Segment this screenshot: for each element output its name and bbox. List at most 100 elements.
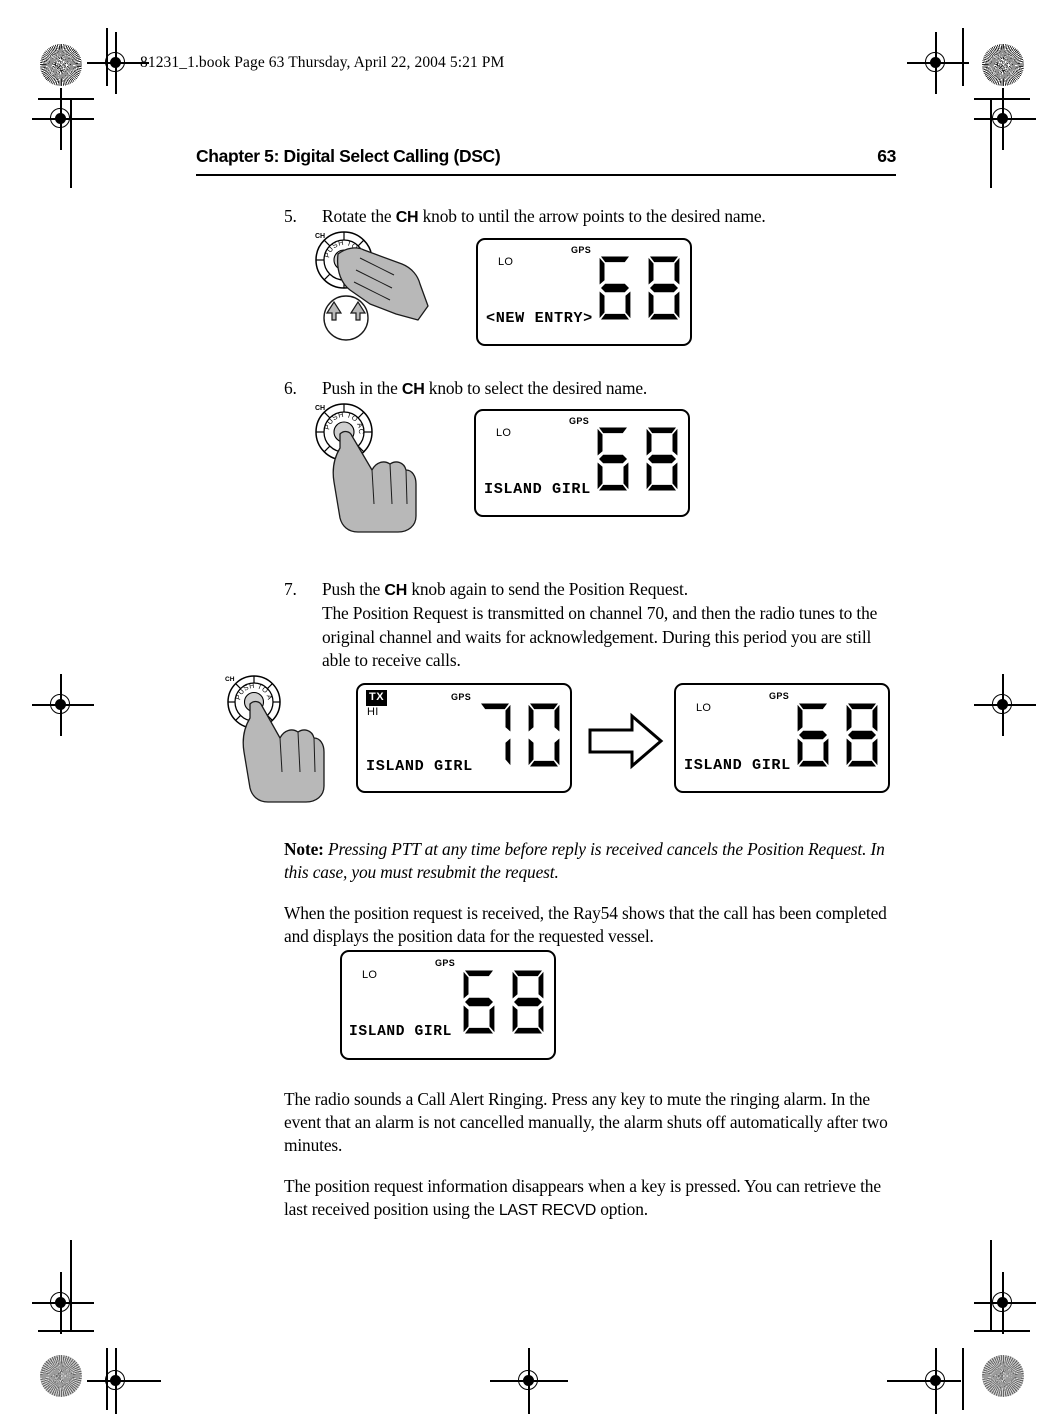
step-5-text-before: Rotate the xyxy=(322,206,396,226)
chapter-title: Chapter 5: Digital Select Calling (DSC) xyxy=(196,146,501,166)
gps-indicator: GPS xyxy=(435,958,456,968)
registration-target xyxy=(974,1272,1036,1334)
paragraph-received: When the position request is received, t… xyxy=(284,903,887,947)
step-5: 5. Rotate the CH knob to until the arrow… xyxy=(284,205,899,229)
registration-target xyxy=(32,1272,94,1334)
step-6-text-after: knob to select the desired name. xyxy=(424,378,648,398)
trim-line xyxy=(962,1348,964,1410)
starburst-mark-bottom-right xyxy=(982,1355,1024,1397)
lcd-text-lines: <NEW ENTRY> FINTASTIC >ISLAND GIRL OCEAN… xyxy=(486,275,603,344)
svg-text:CH: CH xyxy=(315,405,325,412)
step-5-text: Rotate the CH knob to until the arrow po… xyxy=(322,205,899,229)
header-rule xyxy=(196,174,896,177)
channel-number-display xyxy=(792,701,883,769)
starburst-mark-top-right xyxy=(982,44,1024,86)
flow-arrow-icon xyxy=(588,712,664,770)
step-5-text-after: knob to until the arrow points to the de… xyxy=(418,206,766,226)
lcd-text-lines: ISLAND GIRL POS REQUEST >SEND CANCEL xyxy=(484,446,591,515)
registration-target xyxy=(87,1348,161,1414)
registration-target xyxy=(887,1348,961,1414)
lcd-line: ISLAND GIRL xyxy=(484,480,591,499)
gps-indicator: GPS xyxy=(571,245,592,255)
trim-line xyxy=(38,1330,94,1332)
step-6-number: 6. xyxy=(284,378,297,398)
hand-icon xyxy=(242,700,325,803)
page-canvas: 81231_1.book Page 63 Thursday, April 22,… xyxy=(0,0,1062,1428)
channel-number-display xyxy=(474,701,565,769)
step-7-number: 7. xyxy=(284,579,297,599)
rotation-arrow-icon xyxy=(323,295,369,341)
step-7-text-after: knob again to send the Position Request. xyxy=(407,579,688,599)
gps-indicator: GPS xyxy=(451,692,472,702)
lcd-line: ISLAND GIRL xyxy=(366,757,473,776)
power-indicator: LO xyxy=(362,969,378,981)
hand-icon xyxy=(332,430,417,533)
step-5-number: 5. xyxy=(284,206,297,226)
registration-target xyxy=(907,32,969,94)
starburst-mark-top-left xyxy=(40,44,82,86)
power-indicator: LO xyxy=(496,427,512,439)
note-block: Note: Pressing PTT at any time before re… xyxy=(284,838,900,884)
step-7-continuation: The Position Request is transmitted on c… xyxy=(322,603,878,671)
rotation-arrowheads xyxy=(325,300,367,321)
paragraph-alert: The radio sounds a Call Alert Ringing. P… xyxy=(284,1089,888,1156)
power-indicator: LO xyxy=(498,256,514,268)
lcd-line: ISLAND GIRL xyxy=(684,756,791,775)
seven-segment-digit xyxy=(846,703,878,767)
step-6: 6. Push in the CH knob to select the des… xyxy=(284,377,899,401)
starburst-mark-bottom-left xyxy=(40,1355,82,1397)
seven-segment-digit xyxy=(463,970,495,1034)
gps-indicator: GPS xyxy=(769,691,790,701)
step-7: 7. Push the CH knob again to send the Po… xyxy=(284,578,899,673)
step-7-text: Push the CH knob again to send the Posit… xyxy=(322,578,899,673)
paragraph-disappear-after: option. xyxy=(596,1199,648,1220)
step-5-ch-label: CH xyxy=(395,209,419,226)
seven-segment-digit xyxy=(512,970,544,1034)
step-6-text: Push in the CH knob to select the desire… xyxy=(322,377,899,401)
svg-text:CH: CH xyxy=(315,233,325,240)
gps-indicator: GPS xyxy=(569,416,590,426)
note-label: Note: xyxy=(284,839,324,859)
channel-number-display xyxy=(458,968,549,1036)
registration-target xyxy=(974,674,1036,736)
registration-target xyxy=(974,88,1036,150)
book-print-line: 81231_1.book Page 63 Thursday, April 22,… xyxy=(140,54,505,71)
channel-number-display xyxy=(594,254,685,322)
step-6-ch-label: CH xyxy=(401,381,425,398)
trim-line xyxy=(70,98,72,188)
seven-segment-digit xyxy=(481,703,511,766)
seven-segment-digit xyxy=(646,427,678,491)
registration-target xyxy=(32,674,94,736)
seven-segment-digit xyxy=(528,703,560,767)
step-7-text-before: Push the xyxy=(322,579,385,599)
knob-rotate-illustration: PUSH TO ACCEPT CH xyxy=(297,221,450,348)
lcd-line: <NEW ENTRY> xyxy=(486,309,593,328)
tx-indicator: TX xyxy=(366,690,388,706)
lcd-display-directory: GPS LO <NEW ENTRY> FINTASTIC >ISLAND GIR… xyxy=(476,238,692,346)
last-recvd-option-label: LAST RECVD xyxy=(498,1202,596,1220)
trim-line xyxy=(990,98,992,188)
lcd-display-send-cancel: GPS LO ISLAND GIRL POS REQUEST >SEND CAN… xyxy=(474,409,690,517)
power-indicator: LO xyxy=(696,702,712,714)
seven-segment-digit xyxy=(597,427,629,491)
trim-line xyxy=(38,98,94,100)
svg-text:CH: CH xyxy=(225,676,235,683)
lcd-line: ISLAND GIRL xyxy=(349,1024,452,1041)
lcd-display-calling: TX GPS HI ISLAND GIRL POS REQUEST CALLIN… xyxy=(356,683,572,793)
step-6-text-before: Push in the xyxy=(322,378,402,398)
page-number: 63 xyxy=(877,146,896,166)
step-7-ch-label: CH xyxy=(384,582,408,599)
lcd-text-lines: ISLAND GIRL POS RECEIVED 26°04.2172N 080… xyxy=(349,989,461,1058)
lcd-display-pos-received: GPS LO ISLAND GIRL POS RECEIVED 26°04.21… xyxy=(340,950,556,1060)
knob-push-illustration: PUSH TO ACCEPT CH xyxy=(297,393,450,535)
lcd-text-lines: ISLAND GIRL POS REQUEST AWAITING REPLY xyxy=(684,722,791,791)
lcd-text-lines: ISLAND GIRL POS REQUEST CALLING... xyxy=(366,723,473,791)
paragraph-disappear: The position request information disappe… xyxy=(284,1175,900,1222)
channel-number-display xyxy=(592,425,683,493)
seven-segment-digit xyxy=(648,256,680,320)
knob-push-illustration-step7: PUSH TO ACCEPT CH xyxy=(209,667,352,807)
running-head: Chapter 5: Digital Select Calling (DSC) … xyxy=(196,146,896,167)
power-indicator: HI xyxy=(367,706,379,718)
seven-segment-digit xyxy=(599,256,631,320)
trim-line xyxy=(962,28,964,86)
